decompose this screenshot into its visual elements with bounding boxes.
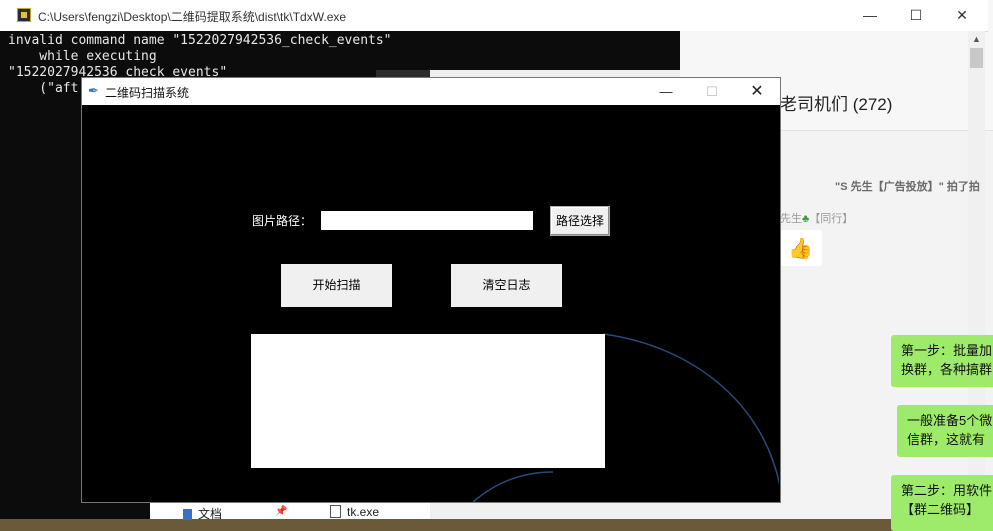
close-button[interactable]: ✕ (735, 78, 779, 105)
close-button[interactable]: ✕ (939, 0, 985, 30)
bubble-line: 第一步：批量加 (901, 343, 993, 358)
explorer-item-tk-exe[interactable]: tk.exe (330, 505, 379, 519)
scrollbar-thumb[interactable] (970, 48, 983, 68)
chat-group-title: 老司机们 (272) (780, 95, 893, 114)
chat-emoji-bubble[interactable]: 👍 (780, 230, 822, 266)
console-app-icon (17, 8, 31, 22)
minimize-button[interactable]: — (847, 0, 893, 30)
console-line: invalid command name "1522027942536_chec… (8, 33, 392, 48)
minimize-button[interactable]: — (644, 78, 688, 105)
bubble-line: 一般准备5个微 (907, 413, 993, 428)
file-icon (330, 505, 341, 518)
log-textarea[interactable] (251, 334, 605, 468)
maximize-button[interactable]: ☐ (690, 78, 734, 105)
chat-message-bubble[interactable]: 第一步：批量加 换群，各种搞群 (891, 335, 993, 387)
chat-message-bubble[interactable]: 一般准备5个微 信群，这就有 (897, 405, 993, 457)
sender-tag: 【同行】 (809, 213, 854, 225)
bubble-line: 换群，各种搞群 (901, 362, 993, 377)
chat-system-message: "S 先生【广告投放】" 拍了拍 (835, 181, 980, 193)
documents-icon (183, 509, 192, 520)
chat-message-bubble[interactable]: 第二步：用软件 【群二维码】 (891, 475, 993, 531)
maximize-button[interactable]: ☐ (893, 0, 939, 30)
clear-log-button[interactable]: 清空日志 (451, 264, 562, 307)
console-title: C:\Users\fengzi\Desktop\二维码提取系统\dist\tk\… (38, 10, 347, 24)
thumbs-up-icon: 👍 (788, 238, 813, 260)
console-line: while executing (8, 49, 157, 64)
scroll-up-icon[interactable]: ▲ (968, 31, 985, 48)
bubble-line: 【群二维码】 (901, 502, 980, 517)
feather-icon: ✒ (88, 83, 99, 98)
explorer-item-label: tk.exe (347, 505, 380, 519)
bubble-line: 信群，这就有 (907, 432, 986, 447)
bubble-line: 第二步：用软件 (901, 483, 993, 498)
scanner-title: 二维码扫描系统 (105, 86, 190, 100)
image-path-label: 图片路径： (252, 214, 313, 228)
browse-path-button[interactable]: 路径选择 (550, 206, 610, 236)
image-path-input[interactable] (321, 211, 533, 230)
pin-icon[interactable]: 📌 (275, 506, 287, 517)
explorer-item-documents[interactable]: 文档 (183, 505, 222, 522)
sender-name: 先生 (780, 213, 802, 225)
chat-sender: 先生♣【同行】 (780, 210, 853, 226)
start-scan-button[interactable]: 开始扫描 (281, 264, 392, 307)
